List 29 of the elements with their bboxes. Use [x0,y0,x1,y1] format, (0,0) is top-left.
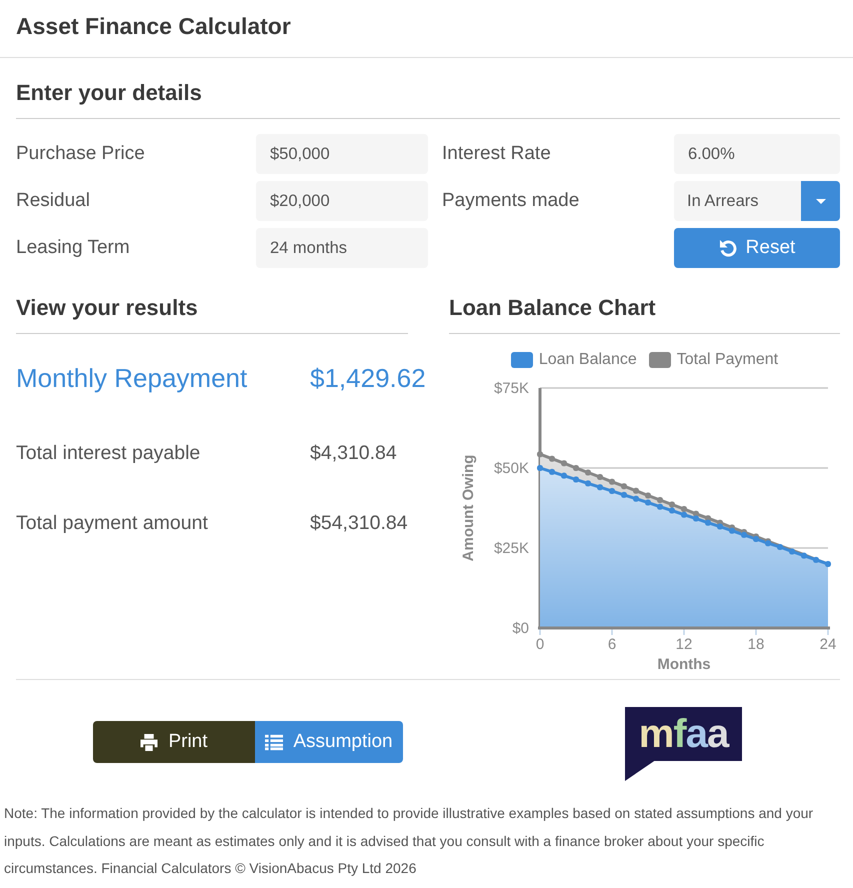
logo-text: mfaa [638,711,728,757]
section-heading: Enter your details [16,79,202,107]
page-title: Asset Finance Calculator [16,12,291,41]
tick-label: $75K [494,380,529,397]
field-label: Payments made [442,189,580,213]
result-label: Total interest payable [16,441,202,465]
field-label: Purchase Price [16,142,145,166]
result-label: Total payment amount [16,511,209,535]
tick-label: $25K [494,540,529,557]
tick-label: $0 [512,620,529,637]
field-label: Residual [16,189,90,213]
axis-title: Amount Owing [460,454,477,562]
section-heading: Loan Balance Chart [449,294,656,322]
disclaimer-text: Note: The information provided by the calculator is intended to provide illustrative examples based on stated assumptions and your inputs. Calculations are meant as estimates only and it is advised that you consult with a finance broker about your specific circumstances. Financial Calculators © VisionAbacus Pty Ltd 2026 [3,804,814,878]
section-heading: View your results [16,294,198,322]
dropdown-value: In Arrears [687,191,759,212]
result-value: $4,310.84 [310,441,397,465]
tick-label: 18 [748,636,764,653]
tick-label: $50K [494,460,529,477]
result-value: $1,429.62 [310,362,426,394]
tick-label: 6 [608,636,616,653]
axis-title: Months [657,656,711,673]
result-value: $54,310.84 [310,511,408,535]
result-label: Monthly Repayment [16,362,248,394]
field-label: Interest Rate [442,142,551,166]
tick-label: 24 [820,636,836,653]
tick-label: 12 [676,636,692,653]
field-label: Leasing Term [16,236,130,260]
tick-label: 0 [536,636,544,653]
